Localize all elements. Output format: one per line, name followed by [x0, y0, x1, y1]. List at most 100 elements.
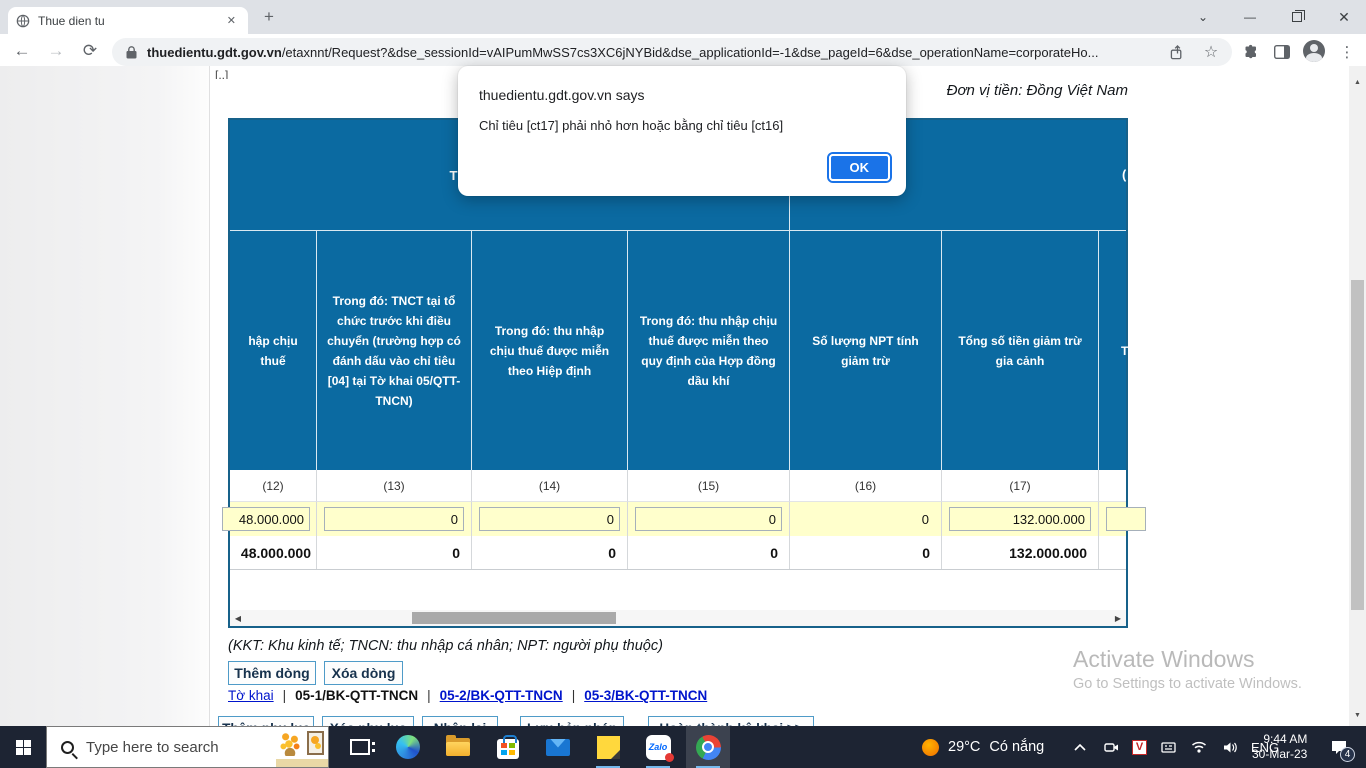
notification-badge: 4: [1340, 747, 1355, 762]
search-daily-art[interactable]: [276, 726, 328, 768]
total-ct18: [1099, 536, 1126, 569]
browser-menu-icon[interactable]: ⋮: [1336, 41, 1358, 63]
add-row-button[interactable]: Thêm dòng: [228, 661, 316, 685]
col-header-15: Trong đó: thu nhập chịu thuế được miễn t…: [628, 231, 790, 471]
taskbar-chrome-active[interactable]: [686, 726, 730, 768]
vscroll-up-icon[interactable]: ▲: [1349, 74, 1366, 91]
sheet-tab-05-3[interactable]: 05-3/BK-QTT-TNCN: [584, 688, 707, 703]
complete-declaration-button[interactable]: Hoàn thành kê khai >>: [648, 716, 814, 726]
clock-date: 30-Mar-23: [1252, 747, 1307, 762]
input-ct14[interactable]: [479, 507, 620, 531]
taskbar-mail[interactable]: [536, 726, 580, 768]
browser-tab[interactable]: Thue dien tu ✕: [8, 7, 248, 34]
abbreviation-footnote: (KKT: Khu kinh tế; TNCN: thu nhập cá nhâ…: [228, 638, 663, 654]
delete-appendix-button[interactable]: Xóa phụ lục: [322, 716, 414, 726]
sticky-notes-icon: [597, 736, 620, 759]
input-ct13[interactable]: [324, 507, 464, 531]
tab-search-icon[interactable]: ⌄: [1183, 0, 1223, 34]
profile-avatar[interactable]: [1303, 40, 1325, 62]
col-header-14: Trong đó: thu nhập chịu thuế được miễn t…: [472, 231, 628, 471]
edge-icon: [396, 735, 420, 759]
page-left-gutter: [0, 66, 210, 726]
zalo-notification-dot: [665, 753, 674, 762]
javascript-alert-dialog: thuedientu.gdt.gov.vn says Chỉ tiêu [ct1…: [458, 66, 906, 196]
extensions-icon[interactable]: [1240, 41, 1262, 63]
taskbar-store[interactable]: [486, 726, 530, 768]
total-ct16: 0: [790, 536, 942, 569]
weather-temp: 29°C: [948, 739, 980, 755]
hscroll-left-icon[interactable]: ◀: [230, 610, 246, 626]
tab-close-icon[interactable]: ✕: [223, 12, 240, 29]
screen: Thue dien tu ✕ + ⌄ — ✕ ← → ⟳ thuedientu.…: [0, 0, 1366, 768]
notification-center[interactable]: 4: [1330, 726, 1348, 768]
delete-row-button[interactable]: Xóa dòng: [324, 661, 403, 685]
weather-widget[interactable]: 29°C Có nắng: [922, 726, 1044, 768]
col-num: (15): [628, 470, 790, 502]
sheet-tab-05-1-active: 05-1/BK-QTT-TNCN: [295, 688, 418, 703]
hscroll-thumb[interactable]: [412, 612, 616, 624]
dialog-message: Chỉ tiêu [ct17] phải nhỏ hơn hoặc bằng c…: [479, 118, 783, 133]
globe-icon: [16, 14, 30, 28]
cell-ct16-readonly: 0: [790, 502, 942, 536]
dialog-ok-button[interactable]: OK: [829, 154, 891, 181]
pen-input-icon[interactable]: [1158, 741, 1178, 754]
taskbar-sticky-notes[interactable]: [586, 726, 630, 768]
col-header-17: Tổng số tiền giảm trừ gia cảnh: [942, 231, 1099, 471]
share-icon[interactable]: [1166, 41, 1188, 63]
bookmark-star-icon[interactable]: ☆: [1200, 41, 1222, 63]
dialog-ok-focus-ring: OK: [827, 152, 893, 183]
taskbar-edge[interactable]: [386, 726, 430, 768]
file-explorer-icon: [446, 738, 470, 756]
browser-vertical-scrollbar[interactable]: ▲ ▼: [1349, 66, 1366, 726]
taskbar-file-explorer[interactable]: [436, 726, 480, 768]
clipped-text-fragment: [..]: [215, 68, 228, 79]
windows-taskbar: Type here to search Zalo 29°C C: [0, 726, 1366, 768]
col-num: (17): [942, 470, 1099, 502]
sheet-tab-05-2[interactable]: 05-2/BK-QTT-TNCN: [440, 688, 563, 703]
v-app-tray-icon[interactable]: V: [1132, 740, 1147, 755]
sunny-weather-icon: [922, 739, 939, 756]
col-num: (16): [790, 470, 942, 502]
wifi-icon[interactable]: [1189, 741, 1209, 753]
tab-title: Thue dien tu: [38, 14, 223, 28]
sheet-tabs: Tờ khai | 05-1/BK-QTT-TNCN | 05-2/BK-QTT…: [228, 688, 707, 703]
window-restore-button[interactable]: [1277, 0, 1317, 34]
total-ct12: 48.000.000: [230, 536, 317, 569]
input-ct15[interactable]: [635, 507, 782, 531]
address-bar[interactable]: thuedientu.gdt.gov.vn/etaxnnt/Request?&d…: [112, 38, 1232, 66]
col-header-18-clipped: T: [1099, 231, 1126, 471]
tray-expand-chevron-icon[interactable]: [1070, 744, 1090, 751]
vscroll-down-icon[interactable]: ▼: [1349, 707, 1366, 724]
hscroll-right-icon[interactable]: ▶: [1110, 610, 1126, 626]
forward-button: →: [42, 38, 70, 64]
input-ct17[interactable]: [949, 507, 1091, 531]
clock[interactable]: 9:44 AM 30-Mar-23: [1252, 726, 1307, 768]
meet-now-icon[interactable]: [1101, 741, 1121, 754]
window-close-button[interactable]: ✕: [1324, 0, 1364, 34]
taskbar-zalo[interactable]: Zalo: [636, 726, 680, 768]
zalo-icon: Zalo: [646, 735, 671, 760]
vscroll-thumb[interactable]: [1351, 280, 1364, 610]
input-ct18[interactable]: [1106, 507, 1146, 531]
add-appendix-button[interactable]: Thêm phụ lục: [218, 716, 314, 726]
save-draft-button[interactable]: Lưu bản nháp: [520, 716, 624, 726]
table-horizontal-scrollbar[interactable]: ◀ ▶: [230, 610, 1126, 626]
table-total-row: 48.000.000 0 0 0 0 132.000.000: [230, 536, 1126, 570]
window-minimize-button[interactable]: —: [1230, 0, 1270, 34]
back-button[interactable]: ←: [8, 38, 36, 64]
cell-ct13: [317, 502, 472, 536]
weather-desc: Có nắng: [989, 739, 1044, 755]
new-tab-button[interactable]: +: [258, 5, 280, 29]
lock-icon: [126, 46, 137, 59]
volume-icon[interactable]: [1220, 741, 1240, 754]
input-ct12[interactable]: [222, 507, 310, 531]
total-ct14: 0: [472, 536, 628, 569]
reload-button[interactable]: ⟳: [76, 38, 104, 64]
table-column-header-row: hập chịu thuế Trong đó: TNCT tại tổ chức…: [230, 230, 1126, 470]
taskbar-search[interactable]: Type here to search: [46, 726, 329, 768]
start-button[interactable]: [0, 726, 46, 768]
task-view-button[interactable]: [338, 726, 382, 768]
side-panel-icon[interactable]: [1271, 41, 1293, 63]
sheet-tab-to-khai[interactable]: Tờ khai: [228, 688, 274, 703]
reset-button[interactable]: Nhập lại: [422, 716, 498, 726]
